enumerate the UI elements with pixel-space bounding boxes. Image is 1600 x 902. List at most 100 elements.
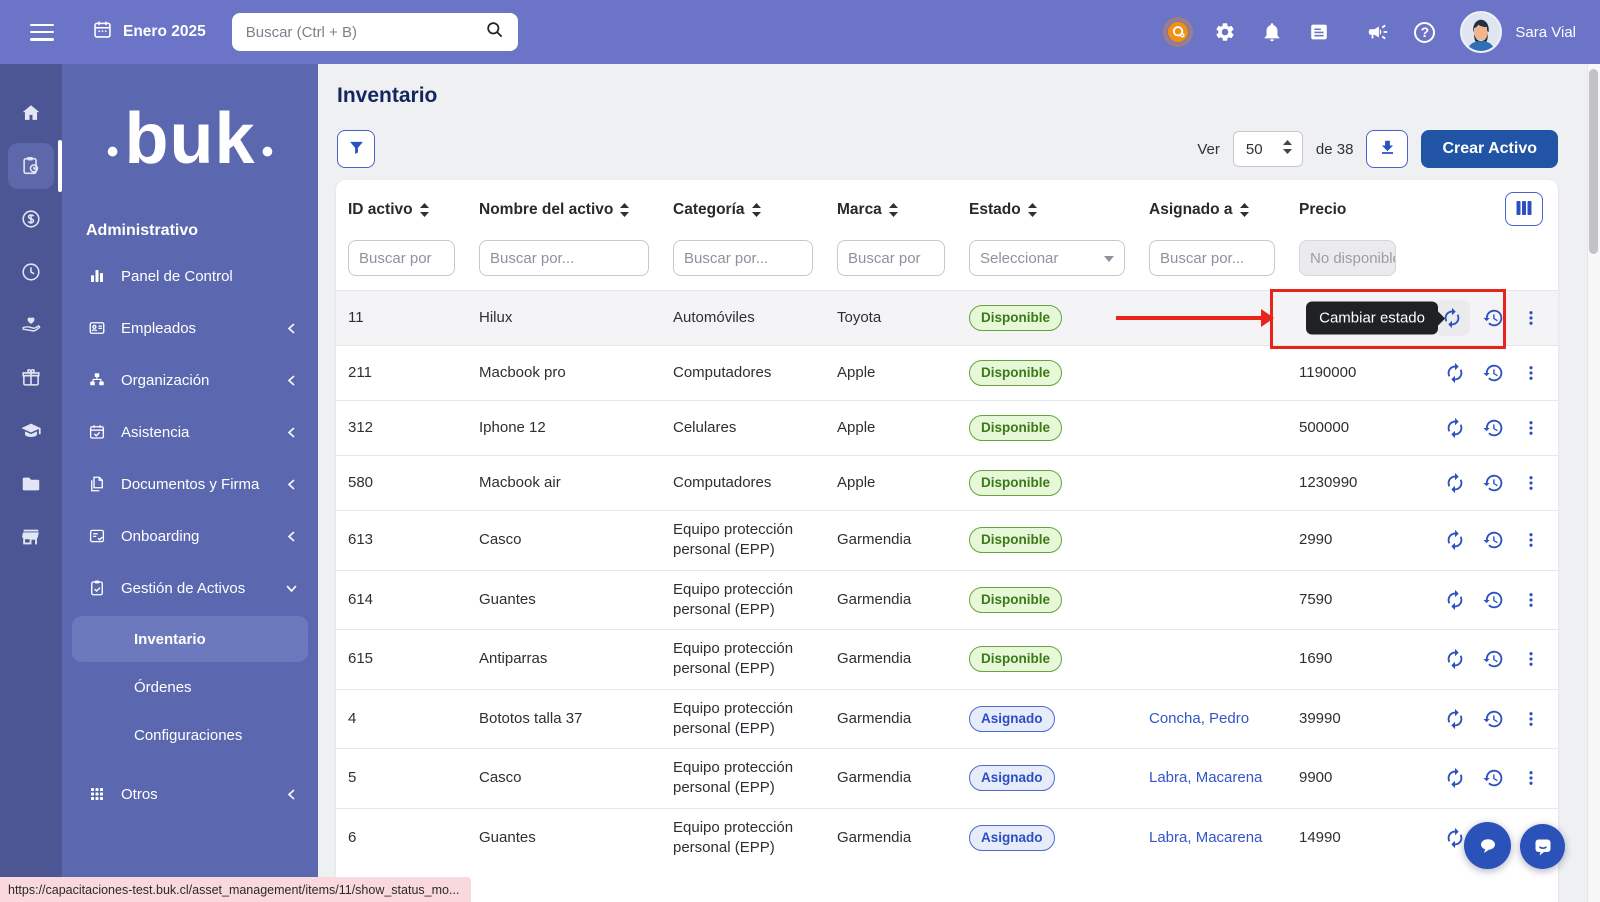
filter-input-nombre-del-activo[interactable]	[479, 240, 649, 276]
assigned-link[interactable]: Concha, Pedro	[1149, 709, 1249, 729]
change-status-icon[interactable]	[1444, 417, 1466, 439]
table-row[interactable]: 6 Guantes Equipo protección personal (EP…	[336, 808, 1558, 868]
history-icon[interactable]	[1482, 307, 1504, 329]
table-row[interactable]: 4 Bototos talla 37 Equipo protección per…	[336, 689, 1558, 749]
row-menu-icon[interactable]	[1520, 529, 1542, 551]
row-menu-icon[interactable]	[1520, 589, 1542, 611]
sidebar-item-empleados[interactable]: Empleados	[62, 302, 318, 354]
sort-icon[interactable]	[1027, 203, 1038, 217]
table-row[interactable]: 11 Hilux Automóviles Toyota Disponible C…	[336, 290, 1558, 345]
row-menu-icon[interactable]	[1520, 307, 1542, 329]
row-menu-icon[interactable]	[1520, 417, 1542, 439]
table-row[interactable]: 580 Macbook air Computadores Apple Dispo…	[336, 455, 1558, 510]
settings-icon[interactable]	[1214, 21, 1236, 43]
history-icon[interactable]	[1482, 472, 1504, 494]
history-icon[interactable]	[1482, 529, 1504, 551]
cell-brand: Garmendia	[825, 749, 957, 808]
change-status-icon[interactable]	[1444, 529, 1466, 551]
filter-select-estado[interactable]: Seleccionar	[969, 240, 1125, 276]
scrollbar-thumb[interactable]	[1589, 69, 1598, 254]
rewards-icon[interactable]	[1167, 21, 1189, 43]
assigned-link[interactable]: Labra, Macarena	[1149, 768, 1262, 788]
payroll-dollar-icon[interactable]	[8, 196, 54, 242]
filter-input-id-activo[interactable]	[348, 240, 455, 276]
sidebar-item-onboarding[interactable]: Onboarding	[62, 510, 318, 562]
filter-input-marca[interactable]	[837, 240, 945, 276]
sidebar-item-panel-de-control[interactable]: Panel de Control	[62, 250, 318, 302]
table-row[interactable]: 613 Casco Equipo protección personal (EP…	[336, 510, 1558, 570]
avatar[interactable]	[1460, 11, 1502, 53]
assigned-link[interactable]: Labra, Macarena	[1149, 828, 1262, 848]
columns-button[interactable]	[1505, 192, 1543, 226]
sort-icon[interactable]	[419, 203, 430, 217]
chat-bubble-button[interactable]	[1464, 822, 1511, 869]
history-icon[interactable]	[1482, 648, 1504, 670]
user-name[interactable]: Sara Vial	[1515, 24, 1576, 41]
change-status-icon[interactable]	[1444, 362, 1466, 384]
column-header-id-activo[interactable]: ID activo	[336, 180, 467, 240]
search-icon[interactable]	[485, 20, 504, 44]
home-icon[interactable]	[8, 90, 54, 136]
history-icon[interactable]	[1482, 417, 1504, 439]
table-row[interactable]: 211 Macbook pro Computadores Apple Dispo…	[336, 345, 1558, 400]
news-icon[interactable]	[1308, 21, 1330, 43]
column-header-asignado-a[interactable]: Asignado a	[1137, 180, 1287, 240]
support-chat-button[interactable]	[1520, 824, 1565, 869]
row-menu-icon[interactable]	[1520, 472, 1542, 494]
table-row[interactable]: 615 Antiparras Equipo protección persona…	[336, 629, 1558, 689]
sidebar-subitem-ordenes[interactable]: Órdenes	[72, 664, 308, 710]
column-header-nombre-del-activo[interactable]: Nombre del activo	[467, 180, 661, 240]
marketplace-store-icon[interactable]	[8, 514, 54, 560]
change-status-icon[interactable]	[1444, 708, 1466, 730]
table-row[interactable]: 312 Iphone 12 Celulares Apple Disponible…	[336, 400, 1558, 455]
sidebar-item-documentos-y-firma[interactable]: Documentos y Firma	[62, 458, 318, 510]
notifications-icon[interactable]	[1261, 21, 1283, 43]
sidebar-subitem-configuraciones[interactable]: Configuraciones	[72, 712, 308, 758]
row-menu-icon[interactable]	[1520, 767, 1542, 789]
history-icon[interactable]	[1482, 362, 1504, 384]
history-icon[interactable]	[1482, 767, 1504, 789]
help-icon[interactable]: ?	[1414, 22, 1435, 43]
filter-input-categoria[interactable]	[673, 240, 813, 276]
period-selector[interactable]: Enero 2025	[92, 19, 206, 45]
filter-input-asignado-a[interactable]	[1149, 240, 1275, 276]
download-button[interactable]	[1366, 130, 1408, 168]
table-row[interactable]: 5 Casco Equipo protección personal (EPP)…	[336, 748, 1558, 808]
announcements-icon[interactable]	[1367, 21, 1389, 43]
sidebar-subitem-inventario[interactable]: Inventario	[72, 616, 308, 662]
sort-icon[interactable]	[1239, 203, 1250, 217]
history-icon[interactable]	[1482, 708, 1504, 730]
change-status-icon[interactable]	[1444, 648, 1466, 670]
create-asset-button[interactable]: Crear Activo	[1421, 130, 1558, 168]
sidebar-item-organizacion[interactable]: Organización	[62, 354, 318, 406]
search-input[interactable]	[246, 24, 485, 41]
column-header-marca[interactable]: Marca	[825, 180, 957, 240]
filter-button[interactable]	[337, 130, 375, 168]
menu-icon[interactable]	[30, 24, 54, 41]
change-status-icon[interactable]	[1444, 472, 1466, 494]
scrollbar-track[interactable]	[1587, 64, 1600, 902]
time-clock-icon[interactable]	[8, 249, 54, 295]
row-menu-icon[interactable]	[1520, 708, 1542, 730]
sort-icon[interactable]	[619, 203, 630, 217]
column-header-estado[interactable]: Estado	[957, 180, 1137, 240]
sort-icon[interactable]	[888, 203, 899, 217]
history-icon[interactable]	[1482, 589, 1504, 611]
change-status-icon[interactable]	[1444, 767, 1466, 789]
sort-icon[interactable]	[751, 203, 762, 217]
change-status-icon[interactable]	[1444, 589, 1466, 611]
gift-box-icon[interactable]	[8, 355, 54, 401]
change-status-icon[interactable]	[1444, 827, 1466, 849]
inventory-clipboard-icon[interactable]	[8, 143, 54, 189]
row-menu-icon[interactable]	[1520, 648, 1542, 670]
benefits-hand-heart-icon[interactable]	[8, 302, 54, 348]
sidebar-item-otros[interactable]: Otros	[62, 768, 318, 820]
page-size-select[interactable]: 50	[1233, 131, 1303, 167]
sidebar-item-asistencia[interactable]: Asistencia	[62, 406, 318, 458]
training-graduation-icon[interactable]	[8, 408, 54, 454]
sidebar-item-gestion-de-activos[interactable]: Gestión de Activos	[62, 562, 318, 614]
row-menu-icon[interactable]	[1520, 362, 1542, 384]
table-row[interactable]: 614 Guantes Equipo protección personal (…	[336, 570, 1558, 630]
folder-icon[interactable]	[8, 461, 54, 507]
column-header-categoria[interactable]: Categoría	[661, 180, 825, 240]
